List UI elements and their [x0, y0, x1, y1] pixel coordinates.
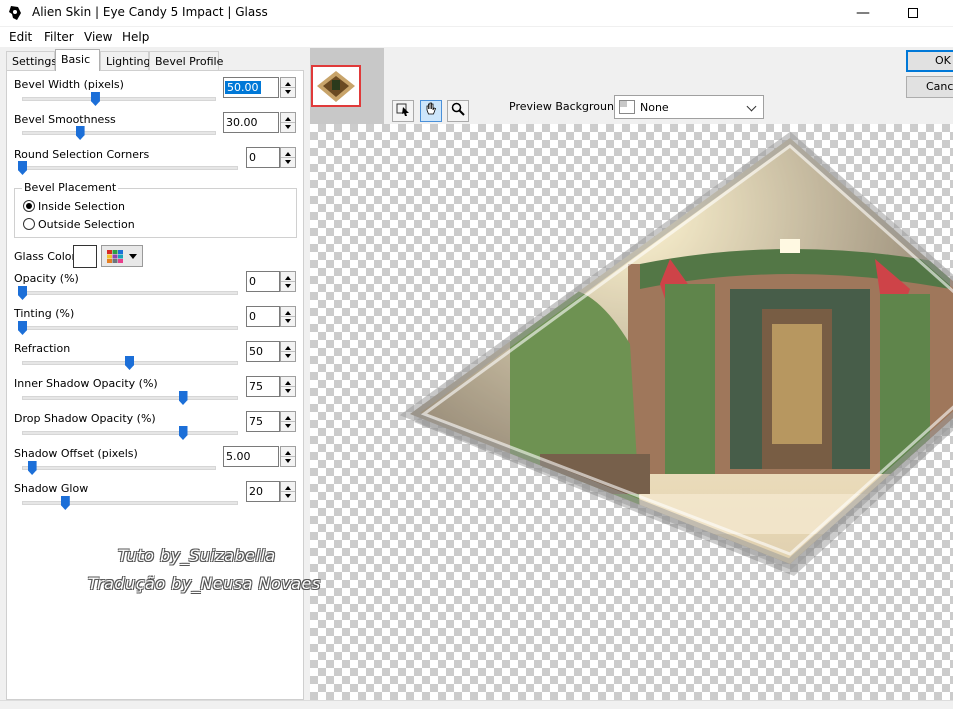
chevron-down-icon [129, 254, 137, 259]
opacity-field[interactable]: 0 [246, 271, 280, 292]
shadow-offset-value: 5.00 [226, 450, 251, 463]
drop-shadow-opacity-spinner[interactable] [280, 411, 296, 432]
hand-tool-button[interactable] [420, 100, 442, 122]
drop-shadow-opacity-slider-track[interactable] [22, 431, 238, 435]
opacity-spinner[interactable] [280, 271, 296, 292]
shadow-glow-label: Shadow Glow [14, 482, 89, 495]
inner-shadow-opacity-value: 75 [249, 380, 263, 393]
inner-shadow-opacity-field[interactable]: 75 [246, 376, 280, 397]
round-corners-slider-track[interactable] [22, 166, 238, 170]
inside-selection-radio[interactable] [23, 200, 35, 212]
preview-image [399, 131, 953, 576]
drop-shadow-opacity-label: Drop Shadow Opacity (%) [14, 412, 156, 425]
bevel-placement-title: Bevel Placement [22, 181, 119, 194]
tinting-value: 0 [249, 310, 256, 323]
hand-icon [426, 102, 437, 115]
menu-help[interactable]: Help [122, 30, 149, 44]
bevel-width-spinner[interactable] [280, 77, 296, 98]
shadow-glow-spinner[interactable] [280, 481, 296, 502]
title-bar: Alien Skin | Eye Candy 5 Impact | Glass … [0, 0, 953, 26]
navigator-thumbnail[interactable] [311, 65, 361, 107]
outside-selection-label[interactable]: Outside Selection [38, 218, 135, 231]
refraction-field[interactable]: 50 [246, 341, 280, 362]
bevel-smoothness-spinner[interactable] [280, 112, 296, 133]
cancel-button[interactable]: Cancel [906, 76, 953, 98]
tinting-field[interactable]: 0 [246, 306, 280, 327]
opacity-value: 0 [249, 275, 256, 288]
color-grid-icon [107, 250, 123, 263]
outside-selection-radio[interactable] [23, 218, 35, 230]
menu-bar: Edit Filter View Help [0, 27, 953, 47]
drop-shadow-opacity-field[interactable]: 75 [246, 411, 280, 432]
shadow-offset-slider-track[interactable] [22, 466, 216, 470]
tab-bevel-profile[interactable]: Bevel Profile [149, 51, 223, 71]
inner-shadow-opacity-slider-track[interactable] [22, 396, 238, 400]
refraction-spinner[interactable] [280, 341, 296, 362]
maximize-button[interactable] [893, 2, 933, 24]
minimize-button[interactable]: — [843, 2, 883, 24]
tab-lighting[interactable]: Lighting [100, 51, 150, 71]
preview-background-value: None [640, 101, 669, 114]
menu-edit[interactable]: Edit [9, 30, 32, 44]
tab-settings[interactable]: Settings [6, 51, 57, 71]
bevel-width-label: Bevel Width (pixels) [14, 78, 124, 91]
tinting-spinner[interactable] [280, 306, 296, 327]
round-corners-value: 0 [249, 151, 256, 164]
chevron-down-icon [746, 101, 757, 112]
shadow-glow-slider-track[interactable] [22, 501, 238, 505]
navigate-icon [396, 103, 409, 116]
drop-shadow-opacity-value: 75 [249, 415, 263, 428]
round-corners-label: Round Selection Corners [14, 148, 150, 161]
preview-background-select[interactable]: None [614, 95, 764, 119]
bevel-smoothness-field[interactable]: 30.00 [223, 112, 279, 133]
opacity-label: Opacity (%) [14, 272, 79, 285]
tab-basic[interactable]: Basic [55, 49, 100, 71]
menu-filter[interactable]: Filter [44, 30, 74, 44]
window-title: Alien Skin | Eye Candy 5 Impact | Glass [32, 5, 268, 19]
preview-background-label: Preview Background: [509, 100, 625, 113]
watermark-line-1: Tuto by_Suizabella [118, 546, 276, 565]
bevel-smoothness-slider-track[interactable] [22, 131, 216, 135]
maximize-icon [908, 8, 918, 18]
alien-skin-logo-icon [9, 6, 21, 20]
status-bar [0, 700, 953, 709]
inner-shadow-opacity-label: Inner Shadow Opacity (%) [14, 377, 158, 390]
round-corners-field[interactable]: 0 [246, 147, 280, 168]
opacity-slider-track[interactable] [22, 291, 238, 295]
glass-color-picker-button[interactable] [101, 245, 143, 267]
inner-shadow-opacity-spinner[interactable] [280, 376, 296, 397]
shadow-offset-spinner[interactable] [280, 446, 296, 467]
transparency-swatch-icon [619, 100, 635, 114]
navigate-tool-button[interactable] [392, 100, 414, 122]
shadow-glow-value: 20 [249, 485, 263, 498]
shadow-glow-field[interactable]: 20 [246, 481, 280, 502]
bevel-smoothness-value: 30.00 [226, 116, 258, 129]
thumbnail-image [317, 71, 355, 102]
zoom-icon [451, 102, 465, 116]
shadow-offset-label: Shadow Offset (pixels) [14, 447, 138, 460]
tinting-label: Tinting (%) [14, 307, 75, 320]
refraction-value: 50 [249, 345, 263, 358]
shadow-offset-field[interactable]: 5.00 [223, 446, 279, 467]
tinting-slider-track[interactable] [22, 326, 238, 330]
glass-color-swatch[interactable] [73, 245, 97, 268]
watermark-line-2: Tradução by_Neusa Novaes [88, 574, 321, 593]
refraction-label: Refraction [14, 342, 71, 355]
menu-view[interactable]: View [84, 30, 112, 44]
preview-canvas[interactable] [310, 124, 953, 700]
ok-button[interactable]: OK [906, 50, 953, 72]
bevel-width-value: 50.00 [225, 81, 261, 94]
bevel-smoothness-label: Bevel Smoothness [14, 113, 116, 126]
glass-color-label: Glass Color [14, 250, 76, 263]
round-corners-spinner[interactable] [280, 147, 296, 168]
inside-selection-label[interactable]: Inside Selection [38, 200, 125, 213]
bevel-width-slider-track[interactable] [22, 97, 216, 101]
zoom-tool-button[interactable] [447, 100, 469, 122]
bevel-width-field[interactable]: 50.00 [223, 77, 279, 98]
